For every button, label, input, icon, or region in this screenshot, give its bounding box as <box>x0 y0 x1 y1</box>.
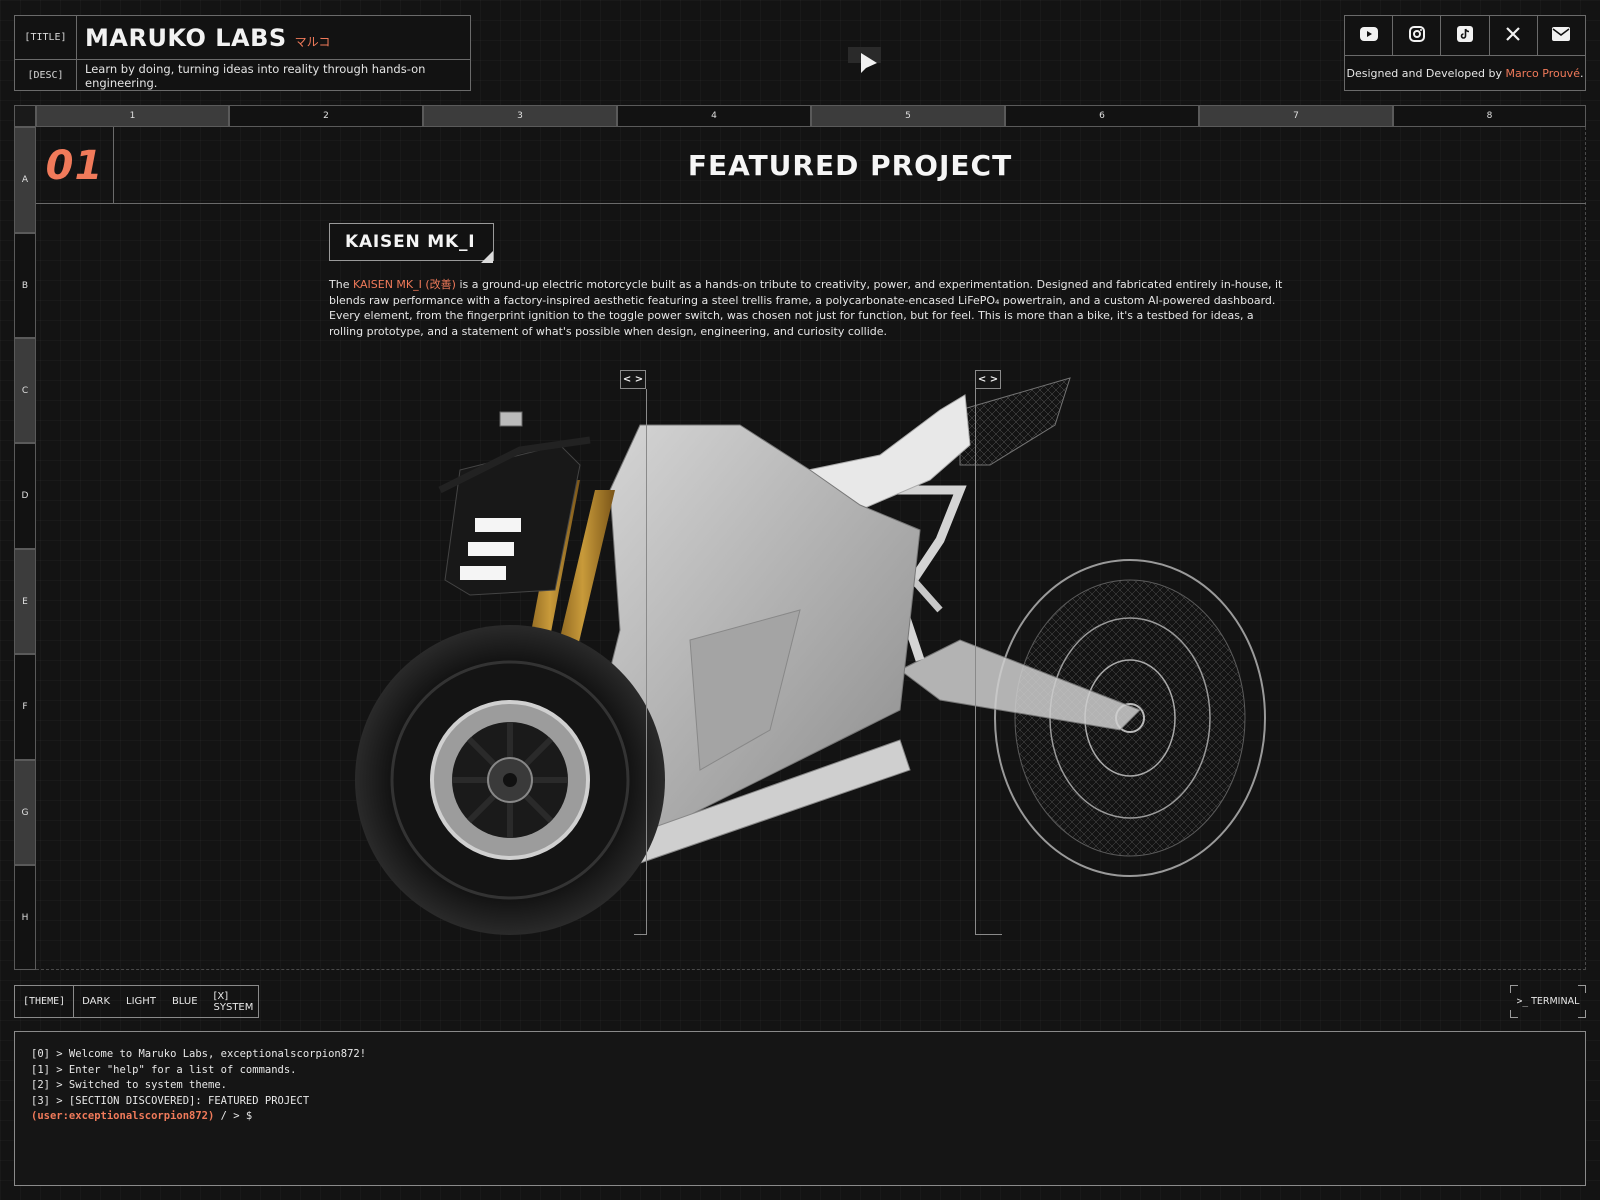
tiktok-link[interactable] <box>1441 16 1490 55</box>
theme-selector: [THEME] DARK LIGHT BLUE [X] SYSTEM <box>14 985 259 1018</box>
x-link[interactable] <box>1490 16 1538 55</box>
column-label: 2 <box>229 105 423 127</box>
instagram-icon <box>1408 25 1425 46</box>
column-label: 5 <box>811 105 1005 127</box>
title-label: [TITLE] <box>15 16 77 59</box>
x-icon <box>1505 26 1521 46</box>
divider-foot <box>975 934 1002 935</box>
youtube-icon <box>1359 26 1378 45</box>
terminal-line: [3] > [SECTION DISCOVERED]: FEATURED PRO… <box>31 1094 310 1107</box>
column-label: 6 <box>1005 105 1199 127</box>
brand-title[interactable]: MARUKO LABS <box>85 24 287 52</box>
terminal-line: [1] > Enter "help" for a list of command… <box>31 1063 297 1076</box>
project-description: The KAISEN MK_I (改善) is a ground-up elec… <box>329 277 1289 339</box>
row-label: H <box>14 865 36 970</box>
terminal-line: [2] > Switched to system theme. <box>31 1079 227 1091</box>
terminal-button-label: TERMINAL <box>1531 996 1580 1007</box>
row-label: E <box>14 549 36 654</box>
prompt-user: (user:exceptionalscorpion872) <box>31 1110 215 1122</box>
theme-system-option[interactable]: [X] SYSTEM <box>206 991 262 1013</box>
social-panel: Designed and Developed by Marco Prouvé. <box>1344 15 1586 91</box>
compare-handle-left[interactable]: < > <box>620 370 646 389</box>
ruler-corner <box>14 105 36 127</box>
row-label: F <box>14 654 36 760</box>
author-link[interactable]: Marco Prouvé <box>1505 67 1580 80</box>
instagram-link[interactable] <box>1393 16 1442 55</box>
terminal-icon: >_ <box>1516 996 1529 1007</box>
project-desc-pre: The <box>329 278 353 291</box>
title-panel: [TITLE] MARUKO LABS マルコ [DESC] Learn by … <box>14 15 471 91</box>
row-label: D <box>14 443 36 549</box>
cursor-arrow-icon <box>860 52 878 78</box>
theme-blue-option[interactable]: BLUE <box>164 996 206 1007</box>
brand-title-jp: マルコ <box>294 35 331 49</box>
row-label: C <box>14 338 36 443</box>
motorcycle-render <box>355 377 1266 935</box>
tag-corner-icon <box>480 249 494 268</box>
column-label: 8 <box>1393 105 1586 127</box>
front-wheel <box>355 625 665 935</box>
compare-divider-left[interactable] <box>646 389 647 935</box>
column-label: 1 <box>36 105 229 127</box>
row-label: B <box>14 233 36 338</box>
tiktok-icon <box>1457 25 1473 46</box>
divider-foot <box>634 934 647 935</box>
site-description: Learn by doing, turning ideas into reali… <box>85 61 426 90</box>
credit-suffix: . <box>1579 67 1584 80</box>
mail-icon <box>1552 26 1571 45</box>
desc-label: [DESC] <box>15 60 77 91</box>
section-number-box: 01 <box>36 127 114 204</box>
compare-handle-right[interactable]: < > <box>975 370 1001 389</box>
project-name-tag: KAISEN MK_I <box>329 223 494 261</box>
terminal-toggle-button[interactable]: >_ TERMINAL <box>1510 985 1586 1018</box>
prompt-path: / > $ <box>214 1110 253 1122</box>
column-label: 3 <box>423 105 617 127</box>
compare-divider-right[interactable] <box>975 389 976 935</box>
terminal-prompt[interactable]: (user:exceptionalscorpion872) / > $ <box>31 1109 1569 1125</box>
credit-line: Designed and Developed by Marco Prouvé. <box>1345 56 1585 91</box>
terminal-line: [0] > Welcome to Maruko Labs, exceptiona… <box>31 1048 367 1060</box>
row-label: G <box>14 760 36 865</box>
theme-light-option[interactable]: LIGHT <box>118 996 164 1007</box>
youtube-link[interactable] <box>1345 16 1394 55</box>
theme-dark-option[interactable]: DARK <box>74 996 118 1007</box>
theme-label: [THEME] <box>15 986 75 1017</box>
column-label: 4 <box>617 105 811 127</box>
terminal-console[interactable]: [0] > Welcome to Maruko Labs, exceptiona… <box>14 1031 1586 1186</box>
section-number: 01 <box>45 142 104 189</box>
row-label: A <box>14 127 36 233</box>
credit-prefix: Designed and Developed by <box>1346 67 1502 80</box>
column-label: 7 <box>1199 105 1393 127</box>
section-title: FEATURED PROJECT <box>687 149 1013 182</box>
project-desc-body: is a ground-up electric motorcycle built… <box>329 278 1283 338</box>
project-desc-highlight: KAISEN MK_I (改善) <box>352 278 456 291</box>
mail-link[interactable] <box>1538 16 1585 55</box>
